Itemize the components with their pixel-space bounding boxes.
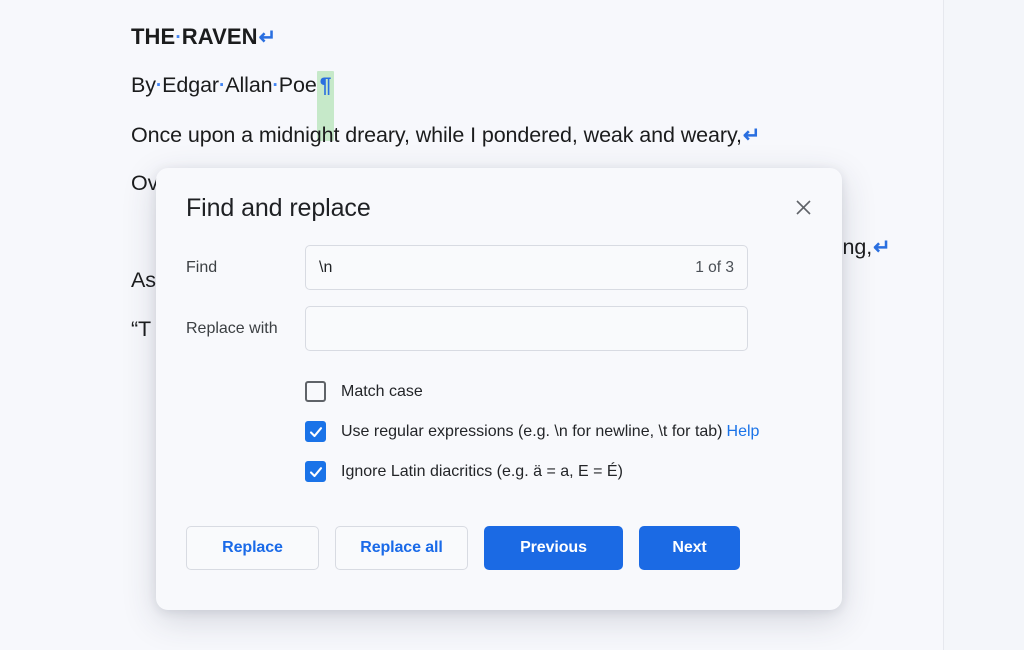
find-label: Find (186, 258, 218, 276)
find-input[interactable] (305, 245, 748, 290)
replace-label: Replace with (186, 319, 278, 337)
document-line-3-text: As (131, 268, 156, 292)
option-row-use-regex: Use regular expressions (e.g. \n for new… (156, 421, 842, 442)
document-line-1: Once upon a midnight dreary, while I pon… (131, 122, 931, 147)
paragraph-return-icon: ↵ (258, 26, 277, 49)
use-regex-label[interactable]: Use regular expressions (e.g. \n for new… (341, 423, 723, 441)
dialog-title: Find and replace (186, 194, 371, 222)
option-row-ignore-diacritics: Ignore Latin diacritics (e.g. ä = a, E =… (156, 461, 842, 482)
replace-input[interactable] (305, 306, 748, 351)
checkmark-icon (309, 466, 322, 477)
byline-word-2: Edgar (162, 73, 219, 97)
close-icon (795, 199, 811, 215)
document-line-2-text: Ov (131, 171, 159, 195)
regex-help-link[interactable]: Help (727, 423, 760, 441)
document-byline-line: By·Edgar·Allan·Poe ¶ (131, 71, 931, 141)
match-case-label[interactable]: Match case (341, 383, 423, 401)
dialog-header: Find and replace (156, 168, 842, 223)
paragraph-return-icon: ↵ (742, 123, 761, 147)
document-title-line: THE·RAVEN↵ (131, 24, 931, 49)
replace-all-button[interactable]: Replace all (335, 526, 468, 570)
use-regex-checkbox[interactable] (305, 421, 326, 442)
find-and-replace-dialog: Find and replace Find 1 of 3 Replace wit… (156, 168, 842, 610)
byline-word-1: By (131, 73, 156, 97)
checkmark-icon (309, 426, 322, 437)
find-input-wrap: 1 of 3 (305, 245, 748, 290)
document-line-4-text: “T (131, 316, 152, 341)
document-line-1-text: Once upon a midnight dreary, while I pon… (131, 122, 742, 147)
close-button[interactable] (786, 190, 820, 224)
next-button[interactable]: Next (639, 526, 740, 570)
replace-button[interactable]: Replace (186, 526, 319, 570)
find-field-row: Find 1 of 3 (156, 245, 842, 290)
replace-input-wrap (305, 306, 748, 351)
document-title-text-2: RAVEN (181, 24, 258, 49)
previous-button[interactable]: Previous (484, 526, 623, 570)
pilcrow-icon: ¶ (319, 74, 332, 97)
paragraph-return-icon: ↵ (873, 236, 891, 259)
ignore-diacritics-checkbox[interactable] (305, 461, 326, 482)
document-title-text: THE (131, 24, 176, 49)
match-case-checkbox[interactable] (305, 381, 326, 402)
ignore-diacritics-label[interactable]: Ignore Latin diacritics (e.g. ä = a, E =… (341, 463, 623, 481)
dialog-button-row: Replace Replace all Previous Next (156, 526, 842, 570)
option-row-match-case: Match case (156, 381, 842, 402)
byline-word-3: Allan (225, 73, 273, 97)
byline-word-4: Poe (278, 73, 317, 97)
replace-field-row: Replace with (156, 306, 842, 351)
